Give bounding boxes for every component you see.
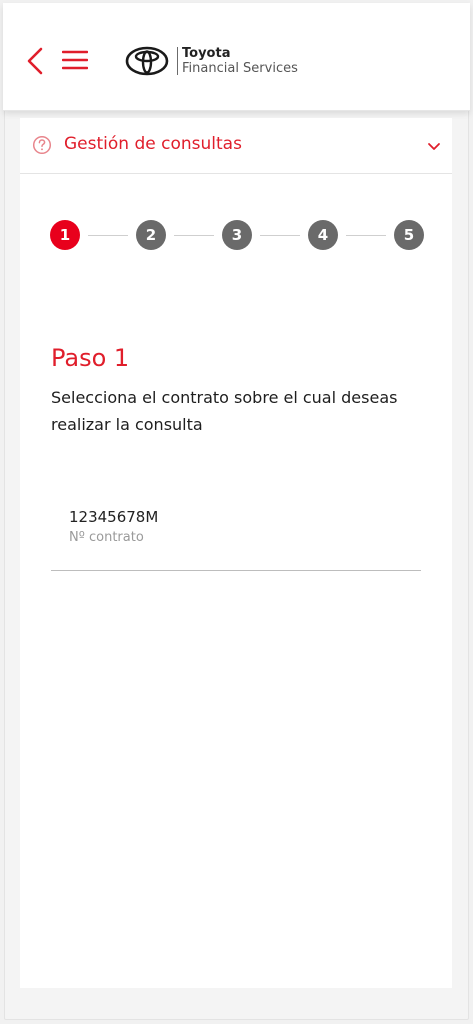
menu-button[interactable] xyxy=(59,45,91,75)
brand-name: Toyota xyxy=(182,46,231,61)
step-1[interactable]: 1 xyxy=(50,220,80,250)
back-button[interactable] xyxy=(21,43,49,79)
main-card: Gestión de consultas 1 2 3 4 5 Paso 1 Se… xyxy=(20,118,452,988)
contract-selector[interactable]: 12345678M Nº contrato xyxy=(51,496,421,571)
step-description: Selecciona el contrato sobre el cual des… xyxy=(51,388,398,434)
contract-label: Nº contrato xyxy=(69,530,144,545)
step-connector xyxy=(346,235,386,236)
step-connector xyxy=(174,235,214,236)
consultations-accordion[interactable]: Gestión de consultas xyxy=(20,118,452,174)
step-4[interactable]: 4 xyxy=(308,220,338,250)
app-header: Toyota Financial Services xyxy=(3,3,470,111)
step-title: Paso 1 xyxy=(51,344,130,372)
step-5[interactable]: 5 xyxy=(394,220,424,250)
step-3[interactable]: 3 xyxy=(222,220,252,250)
progress-stepper: 1 2 3 4 5 xyxy=(50,220,428,250)
brand-divider xyxy=(177,47,178,75)
help-circle-icon xyxy=(32,135,52,155)
contract-number: 12345678M xyxy=(69,508,159,526)
chevron-left-icon xyxy=(27,47,43,75)
chevron-down-icon xyxy=(428,143,440,150)
step-2[interactable]: 2 xyxy=(136,220,166,250)
hamburger-menu-icon xyxy=(62,50,88,70)
brand-logo[interactable]: Toyota Financial Services xyxy=(125,43,298,79)
step-connector xyxy=(88,235,128,236)
brand-subtitle: Financial Services xyxy=(182,61,298,76)
step-connector xyxy=(260,235,300,236)
toyota-logo-icon xyxy=(125,46,169,76)
brand-text: Toyota Financial Services xyxy=(182,46,298,76)
accordion-title: Gestión de consultas xyxy=(64,134,242,154)
